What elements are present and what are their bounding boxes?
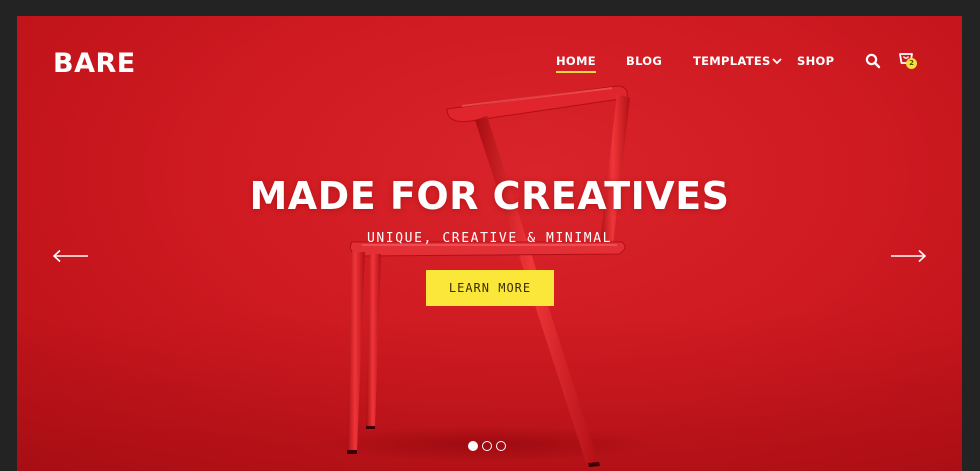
learn-more-button[interactable]: LEARN MORE (426, 270, 554, 306)
search-icon[interactable] (865, 53, 881, 73)
cart-button[interactable]: 2 (898, 51, 917, 71)
hero-subtitle: UNIQUE, CREATIVE & MINIMAL (366, 231, 613, 246)
nav-item-blog[interactable]: BLOG (626, 54, 662, 68)
slide-dot-1[interactable] (468, 441, 478, 451)
nav-item-templates[interactable]: TEMPLATES (693, 54, 771, 68)
cart-count-badge: 2 (906, 58, 917, 69)
hero-title: MADE FOR CREATIVES (249, 174, 730, 218)
slide-dot-3[interactable] (496, 441, 506, 451)
chevron-down-icon[interactable] (772, 57, 782, 65)
arrow-right-icon[interactable] (890, 248, 927, 267)
arrow-left-icon[interactable] (52, 248, 89, 267)
hero-slider: BARE HOME BLOG TEMPLATES SHOP 2 MADE FOR… (17, 16, 962, 471)
slide-dot-2[interactable] (482, 441, 492, 451)
nav-item-home[interactable]: HOME (556, 54, 596, 73)
main-nav: HOME BLOG TEMPLATES SHOP 2 (17, 51, 962, 74)
nav-item-shop[interactable]: SHOP (797, 54, 834, 68)
